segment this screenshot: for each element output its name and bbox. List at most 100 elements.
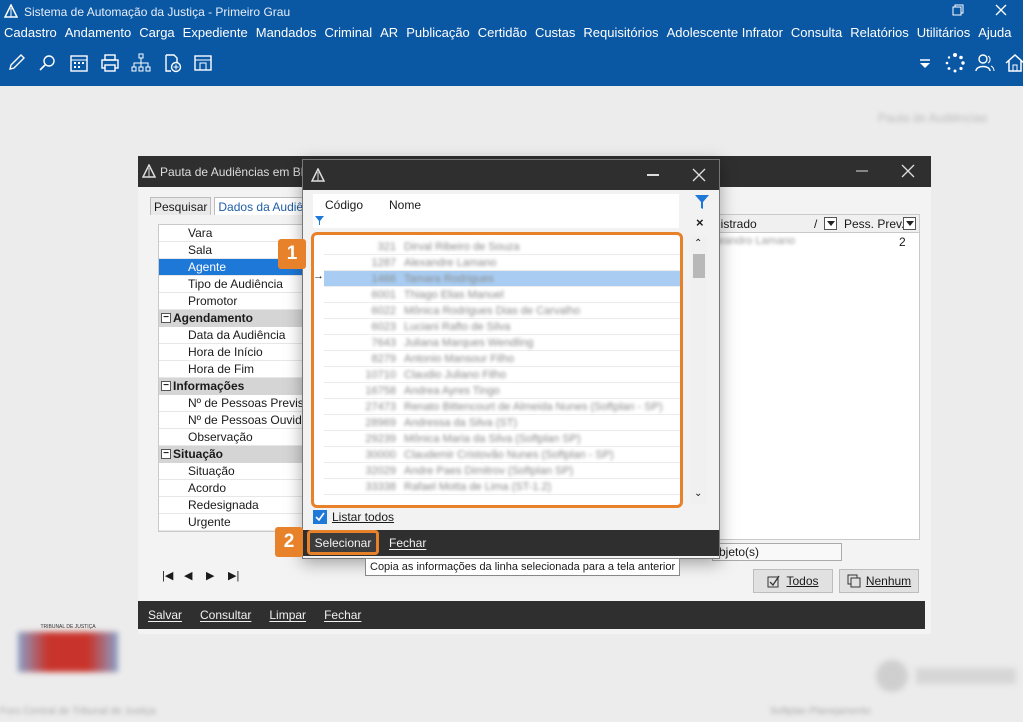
select-none-button[interactable]: Nenhum	[839, 569, 919, 593]
tab-pesquisar[interactable]: Pesquisar	[150, 197, 212, 215]
list-item[interactable]: 10710 Claudio Juliano Filho	[324, 367, 680, 383]
list-item[interactable]: 1466 Tamara Rodrigues	[324, 271, 680, 287]
tree-group[interactable]: − Informações	[159, 378, 302, 395]
tab-dados-audiencia[interactable]: Dados da Audiên	[214, 197, 314, 215]
menu-item-3[interactable]: Expediente	[183, 25, 248, 43]
menu-item-15[interactable]: Ajuda	[978, 25, 1011, 43]
tree-item[interactable]: Redesignada	[159, 497, 302, 514]
users-icon[interactable]	[974, 52, 996, 74]
tree-item[interactable]: Observação	[159, 429, 302, 446]
last-record-icon[interactable]: ▶|	[228, 569, 250, 582]
first-record-icon[interactable]: |◀	[162, 569, 184, 582]
list-item[interactable]: 30000 Claudemir Cristovão Nunes (Softplan…	[324, 447, 680, 463]
add-document-icon[interactable]	[161, 52, 183, 74]
checkbox-checked-icon[interactable]	[313, 510, 327, 524]
select-all-button[interactable]: Todos	[753, 569, 833, 593]
clear-filter-icon[interactable]: ×	[696, 215, 704, 230]
list-item-code: 1287	[371, 257, 396, 269]
list-item[interactable]: 8279 Antonio Mansour Filho	[324, 351, 680, 367]
prev-record-icon[interactable]: ◀	[184, 569, 206, 582]
close-window-icon[interactable]	[993, 2, 1009, 18]
menu-item-6[interactable]: AR	[380, 25, 398, 43]
inbox-icon[interactable]	[192, 52, 214, 74]
menu-item-10[interactable]: Requisitórios	[583, 25, 658, 43]
minimize-icon[interactable]	[856, 166, 868, 176]
close-button[interactable]: Fechar	[324, 608, 361, 622]
tree-item[interactable]: Promotor	[159, 293, 302, 310]
restore-window-icon[interactable]	[950, 2, 966, 18]
filter-row[interactable]	[313, 214, 679, 228]
dropdown-arrow-icon[interactable]	[914, 52, 936, 74]
home-icon[interactable]	[1004, 52, 1023, 74]
scroll-down-icon[interactable]: ⌄	[694, 488, 702, 499]
tree-label: Urgente	[188, 515, 231, 529]
edit-icon[interactable]	[6, 52, 28, 74]
printer-icon[interactable]	[99, 52, 121, 74]
collapse-icon[interactable]: −	[161, 313, 171, 323]
list-item[interactable]: 32029 Andre Paes Dimitrov (Softplan SP)	[324, 463, 680, 479]
column-nome[interactable]: Nome	[389, 198, 421, 212]
list-item[interactable]: 29239 Mônica Maria da Silva (Softplan SP)	[324, 431, 680, 447]
menu-item-9[interactable]: Custas	[535, 25, 575, 43]
tree-item[interactable]: Tipo de Audiência	[159, 276, 302, 293]
tree-item[interactable]: Acordo	[159, 480, 302, 497]
tree-item[interactable]: Nº de Pessoas Ouvidas	[159, 412, 302, 429]
list-item[interactable]: 1287 Alexandre Lamano	[324, 255, 680, 271]
grid-cell-pess[interactable]: 2	[899, 235, 906, 249]
column-codigo[interactable]: Código	[325, 198, 363, 212]
list-item[interactable]: 16758 Andrea Ayres Tingo	[324, 383, 680, 399]
background-label: Pauta de Audiências	[878, 111, 988, 125]
tree-item[interactable]: Data da Audiência	[159, 327, 302, 344]
close-icon[interactable]	[900, 163, 916, 179]
collapse-icon[interactable]: −	[161, 381, 171, 391]
menu-item-11[interactable]: Adolescente Infrator	[667, 25, 783, 43]
menu-item-4[interactable]: Mandados	[256, 25, 317, 43]
list-item[interactable]: 28969 Andressa da Silva (ST)	[324, 415, 680, 431]
dialog-minimize-icon[interactable]	[647, 174, 659, 176]
grid-cell-name[interactable]: Leandro Lamano	[712, 235, 795, 247]
list-item[interactable]: 6023 Luciani Rafto de Silva	[324, 319, 680, 335]
list-item[interactable]: 33338 Rafael Motta de Lima (ST-1.2)	[324, 479, 680, 495]
tree-item[interactable]: Nº de Pessoas Prevista	[159, 395, 302, 412]
list-item-code: 32029	[365, 465, 396, 477]
menu-item-1[interactable]: Andamento	[65, 25, 132, 43]
menu-item-0[interactable]: Cadastro	[4, 25, 57, 43]
list-item[interactable]: 7643 Juliana Marques Wendling	[324, 335, 680, 351]
filter-toggle-icon[interactable]	[695, 195, 709, 209]
list-item[interactable]: 321 Dirval Ribeiro de Souza	[324, 239, 680, 255]
tree-item[interactable]: Hora de Início	[159, 344, 302, 361]
menu-item-5[interactable]: Criminal	[324, 25, 372, 43]
list-scrollbar[interactable]: ⌃ ⌄	[691, 236, 707, 504]
tree-item[interactable]: Hora de Fim	[159, 361, 302, 378]
tree-group[interactable]: − Situação	[159, 446, 302, 463]
calendar-icon[interactable]	[68, 52, 90, 74]
search-document-icon[interactable]	[37, 52, 59, 74]
court-seal-logo: TRIBUNAL DE JUSTIÇA	[18, 624, 118, 672]
menu-item-13[interactable]: Relatórios	[850, 25, 909, 43]
query-button[interactable]: Consultar	[200, 608, 251, 622]
scroll-up-icon[interactable]: ⌃	[694, 238, 702, 249]
column-pess-dropdown[interactable]	[903, 217, 916, 230]
tree-group[interactable]: − Agendamento	[159, 310, 302, 327]
dialog-close-icon[interactable]	[692, 168, 706, 182]
clear-button[interactable]: Limpar	[269, 608, 306, 622]
menu-item-8[interactable]: Certidão	[478, 25, 527, 43]
next-record-icon[interactable]: ▶	[206, 569, 228, 582]
save-button[interactable]: Salvar	[148, 608, 182, 622]
column-dropdown[interactable]	[824, 217, 837, 230]
list-item[interactable]: 27473 Renato Bittencourt de Almeida Nunes…	[324, 399, 680, 415]
menu-item-14[interactable]: Utilitários	[917, 25, 970, 43]
menu-item-12[interactable]: Consulta	[791, 25, 842, 43]
scroll-thumb[interactable]	[693, 254, 705, 278]
select-button[interactable]: Selecionar	[307, 530, 379, 555]
loading-spinner-icon[interactable]	[944, 52, 966, 74]
menu-item-2[interactable]: Carga	[139, 25, 174, 43]
tree-item[interactable]: Situação	[159, 463, 302, 480]
hierarchy-icon[interactable]	[130, 52, 152, 74]
listar-todos-checkbox[interactable]: Listar todos	[313, 510, 394, 524]
dialog-close-button[interactable]: Fechar	[389, 536, 426, 550]
menu-item-7[interactable]: Publicação	[406, 25, 470, 43]
collapse-icon[interactable]: −	[161, 449, 171, 459]
list-item[interactable]: 6022 Mônica Rodrigues Dias de Carvalho	[324, 303, 680, 319]
list-item[interactable]: 6001 Thiago Elias Manuel	[324, 287, 680, 303]
